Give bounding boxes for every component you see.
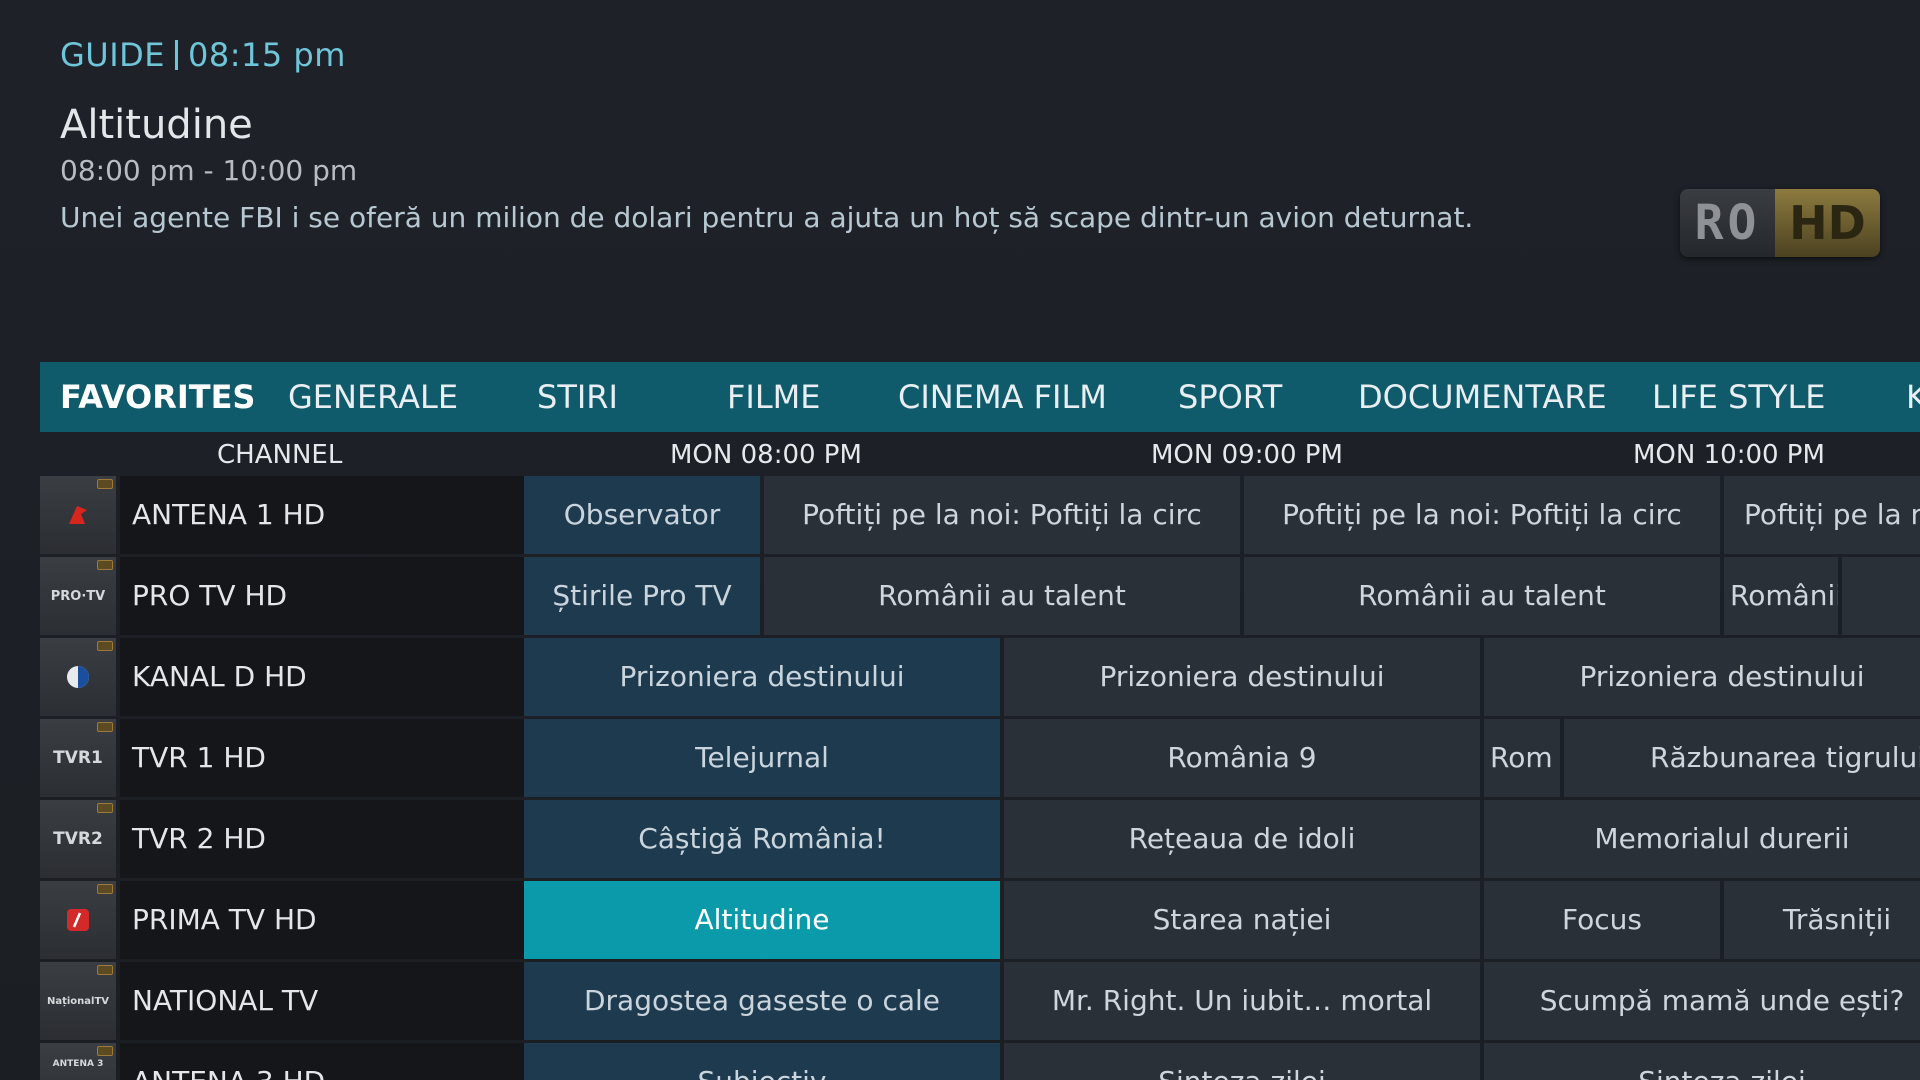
program-cell[interactable]: Focus xyxy=(1484,881,1720,959)
time-header-0900: MON 09:00 PM xyxy=(1151,440,1343,470)
program-cell[interactable]: Observator xyxy=(524,476,760,554)
tab-documentare[interactable]: DOCUMENTARE xyxy=(1358,362,1607,432)
program-cell[interactable]: Poftiți pe la noi: Poftiți la circ xyxy=(1244,476,1720,554)
program-cell[interactable]: Telejurnal xyxy=(524,719,1000,797)
hd-mini-icon xyxy=(97,479,113,489)
program-title: Altitudine xyxy=(60,102,253,148)
ro-label: RO xyxy=(1680,189,1775,257)
hd-mini-icon xyxy=(97,560,113,570)
channel-row: ANTENA 1 HD Observator Poftiți pe la noi… xyxy=(40,476,1920,554)
hd-mini-icon xyxy=(97,722,113,732)
program-cell[interactable] xyxy=(1842,557,1920,635)
channel-logo-icon[interactable] xyxy=(40,881,116,959)
antena-3-logo-icon: ANTENA 3 xyxy=(52,1059,104,1069)
channel-name[interactable]: NATIONAL TV xyxy=(120,962,562,1040)
tab-stiri[interactable]: STIRI xyxy=(537,362,618,432)
category-tabs: FAVORITES GENERALE STIRI FILME CINEMA FI… xyxy=(40,362,1920,432)
channel-logo-icon[interactable]: NaționalTV xyxy=(40,962,116,1040)
program-cell[interactable]: Poftiți pe la noi xyxy=(1724,476,1920,554)
program-cell[interactable]: Câștigă România! xyxy=(524,800,1000,878)
channel-logo-icon[interactable]: TVR1 xyxy=(40,719,116,797)
channel-logo-icon[interactable] xyxy=(40,638,116,716)
ro-hd-badge: RO HD xyxy=(1680,189,1880,257)
channel-name[interactable]: PRIMA TV HD xyxy=(120,881,562,959)
program-cell[interactable]: Sinteza zilei xyxy=(1004,1043,1480,1080)
program-cell[interactable]: Trăsniții xyxy=(1724,881,1920,959)
tab-sport[interactable]: SPORT xyxy=(1178,362,1282,432)
channel-row: TVR2 TVR 2 HD Câștigă România! Rețeaua d… xyxy=(40,800,1920,878)
guide-header: GUIDE 08:15 pm xyxy=(60,36,346,74)
program-cell[interactable]: Sinteza zilei xyxy=(1484,1043,1920,1080)
tab-generale[interactable]: GENERALE xyxy=(288,362,458,432)
tab-cinema-film[interactable]: CINEMA FILM xyxy=(898,362,1107,432)
kanal-d-logo-icon xyxy=(50,660,106,694)
program-cell[interactable]: Rom xyxy=(1484,719,1560,797)
channel-row: PRIMA TV HD Altitudine Starea nației Foc… xyxy=(40,881,1920,959)
channel-logo-icon[interactable]: TVR2 xyxy=(40,800,116,878)
header-separator xyxy=(175,40,179,70)
program-cell[interactable]: Starea nației xyxy=(1004,881,1480,959)
program-cell[interactable]: Românii au talent xyxy=(1244,557,1720,635)
channel-logo-icon[interactable]: PRO·TV xyxy=(40,557,116,635)
channel-column-header: CHANNEL xyxy=(217,440,343,470)
tab-k[interactable]: K xyxy=(1906,362,1920,432)
program-cell[interactable]: Scumpă mamă unde ești? xyxy=(1484,962,1920,1040)
program-cell[interactable]: Românii au talent xyxy=(764,557,1240,635)
hd-mini-icon xyxy=(97,803,113,813)
tab-favorites[interactable]: FAVORITES xyxy=(60,362,255,432)
tvr-1-logo-icon: TVR1 xyxy=(53,748,103,768)
program-cell[interactable]: Mr. Right. Un iubit… mortal xyxy=(1004,962,1480,1040)
program-cell[interactable]: Prizoniera destinului xyxy=(524,638,1000,716)
channel-name[interactable]: KANAL D HD xyxy=(120,638,562,716)
national-tv-logo-icon: NaționalTV xyxy=(46,995,110,1007)
program-cell[interactable]: Prizoniera destinului xyxy=(1484,638,1920,716)
program-cell[interactable]: Memorialul durerii xyxy=(1484,800,1920,878)
channel-row: NaționalTV NATIONAL TV Dragostea gaseste… xyxy=(40,962,1920,1040)
antena-1-logo-icon xyxy=(50,498,106,532)
program-cell-selected[interactable]: Altitudine xyxy=(524,881,1000,959)
pro-tv-logo-icon: PRO·TV xyxy=(50,588,106,604)
guide-label: GUIDE xyxy=(60,36,166,74)
epg-grid: ANTENA 1 HD Observator Poftiți pe la noi… xyxy=(40,476,1920,1080)
channel-row: KANAL D HD Prizoniera destinului Prizoni… xyxy=(40,638,1920,716)
program-cell[interactable]: Subiectiv xyxy=(524,1043,1000,1080)
tvr-2-logo-icon: TVR2 xyxy=(53,829,103,849)
program-cell[interactable]: Răzbunarea tigrului c xyxy=(1564,719,1920,797)
time-header-1000: MON 10:00 PM xyxy=(1633,440,1825,470)
hd-mini-icon xyxy=(97,884,113,894)
channel-row: TVR1 TVR 1 HD Telejurnal România 9 Rom R… xyxy=(40,719,1920,797)
program-cell[interactable]: Românii xyxy=(1724,557,1838,635)
program-cell[interactable]: Știrile Pro TV xyxy=(524,557,760,635)
time-header-0800: MON 08:00 PM xyxy=(670,440,862,470)
channel-logo-icon[interactable] xyxy=(40,476,116,554)
tab-filme[interactable]: FILME xyxy=(727,362,821,432)
prima-tv-logo-icon xyxy=(50,903,106,937)
current-time: 08:15 pm xyxy=(188,36,346,74)
channel-name[interactable]: PRO TV HD xyxy=(120,557,562,635)
channel-name[interactable]: ANTENA 1 HD xyxy=(120,476,562,554)
hd-label: HD xyxy=(1775,189,1880,257)
program-cell[interactable]: Dragostea gaseste o cale xyxy=(524,962,1000,1040)
program-description: Unei agente FBI i se oferă un milion de … xyxy=(60,201,1474,234)
program-cell[interactable]: Poftiți pe la noi: Poftiți la circ xyxy=(764,476,1240,554)
channel-name[interactable]: ANTENA 3 HD xyxy=(120,1043,562,1080)
channel-row: ANTENA 3 ANTENA 3 HD Subiectiv Sinteza z… xyxy=(40,1043,1920,1080)
program-cell[interactable]: România 9 xyxy=(1004,719,1480,797)
program-time-range: 08:00 pm - 10:00 pm xyxy=(60,154,358,187)
channel-logo-icon[interactable]: ANTENA 3 xyxy=(40,1043,116,1080)
program-cell[interactable]: Prizoniera destinului xyxy=(1004,638,1480,716)
channel-name[interactable]: TVR 2 HD xyxy=(120,800,562,878)
tab-life-style[interactable]: LIFE STYLE xyxy=(1652,362,1826,432)
program-cell[interactable]: Rețeaua de idoli xyxy=(1004,800,1480,878)
hd-mini-icon xyxy=(97,965,113,975)
channel-name[interactable]: TVR 1 HD xyxy=(120,719,562,797)
hd-mini-icon xyxy=(97,641,113,651)
channel-row: PRO·TV PRO TV HD Știrile Pro TV Românii … xyxy=(40,557,1920,635)
